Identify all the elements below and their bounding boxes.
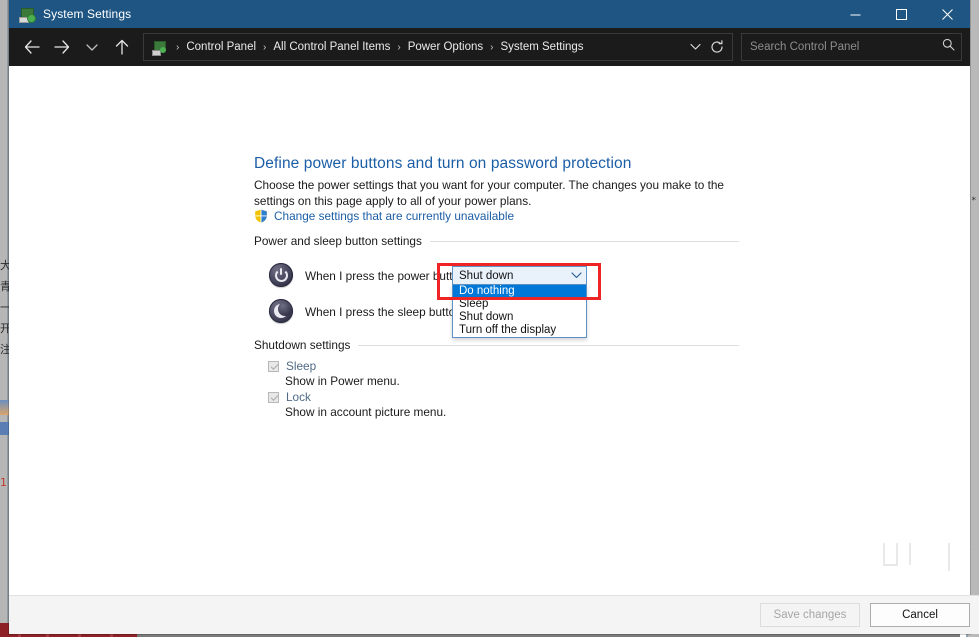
breadcrumb-control-panel[interactable]: Control Panel — [183, 39, 259, 55]
navigation-toolbar: › Control Panel › All Control Panel Item… — [9, 28, 970, 66]
save-changes-button[interactable]: Save changes — [760, 603, 860, 627]
change-settings-link[interactable]: Change settings that are currently unava… — [274, 209, 514, 223]
maximize-icon — [895, 8, 907, 20]
breadcrumb-separator: › — [263, 41, 267, 53]
dropdown-option-shut-down[interactable]: Shut down — [453, 311, 586, 324]
window-controls — [832, 0, 970, 28]
search-input[interactable] — [748, 40, 938, 54]
minimize-icon — [850, 14, 860, 15]
sleep-checkbox-sublabel: Show in Power menu. — [285, 374, 400, 388]
shutdown-item-sleep[interactable]: Sleep — [268, 359, 316, 373]
chevron-down-icon — [86, 43, 98, 51]
breadcrumb-separator: › — [176, 41, 180, 53]
cancel-button[interactable]: Cancel — [870, 603, 970, 627]
change-settings-link-row[interactable]: Change settings that are currently unava… — [254, 209, 514, 223]
dropdown-option-turn-off-the-display[interactable]: Turn off the display — [453, 324, 586, 337]
screen: 大青一开注 1 * ✕ System Settings — [0, 0, 979, 637]
page-title: Define power buttons and turn on passwor… — [254, 155, 632, 172]
shutdown-item-lock[interactable]: Lock — [268, 390, 311, 404]
content-area: Define power buttons and turn on passwor… — [9, 66, 979, 634]
address-bar-icon — [152, 40, 167, 56]
back-arrow-icon — [24, 40, 40, 54]
search-box[interactable] — [741, 33, 962, 61]
maximize-button[interactable] — [878, 0, 924, 28]
background-right-mark: * — [971, 196, 977, 206]
up-button[interactable] — [107, 32, 137, 62]
sleep-checkbox[interactable] — [268, 360, 279, 372]
back-button[interactable] — [17, 32, 47, 62]
title-bar: System Settings — [9, 0, 970, 28]
close-button[interactable] — [924, 0, 970, 28]
address-bar[interactable]: › Control Panel › All Control Panel Item… — [143, 33, 733, 61]
system-settings-icon — [19, 6, 36, 23]
power-button-icon — [269, 263, 293, 287]
sleep-moon-icon — [269, 299, 293, 323]
power-section-header: Power and sleep button settings — [254, 234, 739, 248]
power-button-action-value: Shut down — [459, 269, 514, 282]
system-settings-window: System Settings › Control Panel › All Co… — [9, 0, 979, 634]
page-description: Choose the power settings that you want … — [254, 178, 724, 208]
section-divider — [429, 240, 739, 242]
chevron-down-icon — [689, 43, 701, 50]
power-section-header-label: Power and sleep button settings — [254, 234, 422, 248]
power-button-action-dropdown[interactable]: Do nothing Sleep Shut down Turn off the … — [452, 285, 587, 338]
window-title: System Settings — [43, 7, 132, 21]
power-button-label: When I press the power button: — [305, 269, 469, 283]
lock-checkbox-sublabel: Show in account picture menu. — [285, 405, 447, 419]
refresh-icon — [711, 40, 723, 53]
breadcrumb-power-options[interactable]: Power Options — [405, 39, 486, 55]
background-thumbnail-1 — [0, 400, 9, 415]
lock-checkbox[interactable] — [268, 391, 279, 403]
breadcrumb-all-control-panel-items[interactable]: All Control Panel Items — [270, 39, 393, 55]
breadcrumb-separator: › — [490, 41, 494, 53]
shutdown-section-header: Shutdown settings — [254, 338, 739, 352]
search-icon[interactable] — [942, 38, 955, 56]
recent-locations-button[interactable] — [77, 32, 107, 62]
forward-button[interactable] — [47, 32, 77, 62]
power-button-action-select[interactable]: Shut down — [452, 266, 587, 285]
up-arrow-icon — [115, 39, 129, 55]
close-icon — [941, 8, 953, 20]
dialog-footer: Save changes Cancel — [9, 595, 979, 634]
breadcrumb-system-settings[interactable]: System Settings — [497, 39, 586, 55]
background-thumbnail-2 — [0, 422, 9, 435]
refresh-button[interactable] — [706, 36, 728, 58]
sleep-checkbox-label: Sleep — [286, 359, 317, 373]
shutdown-section-header-label: Shutdown settings — [254, 338, 351, 352]
uac-shield-icon — [254, 209, 268, 223]
address-history-button[interactable] — [684, 36, 706, 58]
breadcrumb-separator: › — [397, 41, 401, 53]
sleep-button-label: When I press the sleep button: — [305, 305, 466, 319]
background-red-mark: 1 — [0, 476, 7, 489]
dropdown-option-do-nothing[interactable]: Do nothing — [453, 285, 586, 298]
chevron-down-icon[interactable] — [566, 272, 586, 279]
lock-checkbox-label: Lock — [286, 390, 311, 404]
section-divider — [358, 344, 739, 346]
forward-arrow-icon — [54, 40, 70, 54]
minimize-button[interactable] — [832, 0, 878, 28]
dropdown-option-sleep[interactable]: Sleep — [453, 298, 586, 311]
